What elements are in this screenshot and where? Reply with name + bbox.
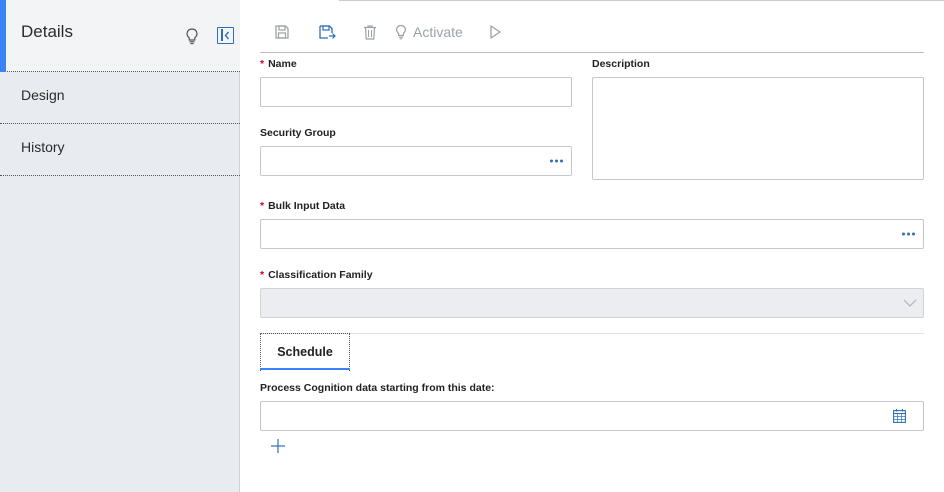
name-field[interactable] [260, 77, 572, 107]
save-button[interactable] [274, 22, 290, 42]
classification-family-select[interactable] [260, 288, 924, 318]
required-marker: * [260, 200, 265, 212]
main-panel: Activate * Name Description Security Grou… [240, 0, 944, 492]
required-marker: * [260, 269, 265, 281]
sidebar-item-label: Design [21, 87, 65, 103]
sidebar-item-label: History [21, 139, 65, 155]
tab-schedule[interactable]: Schedule [260, 333, 350, 371]
plus-icon [271, 439, 285, 453]
required-marker: * [260, 58, 265, 70]
active-tab-indicator [260, 368, 350, 370]
run-button[interactable] [488, 22, 502, 42]
save-as-icon [319, 25, 336, 39]
description-field[interactable] [592, 77, 924, 180]
start-date-field[interactable] [260, 401, 924, 431]
top-border [339, 0, 944, 1]
security-group-label: Security Group [260, 127, 336, 139]
chevron-down-icon [903, 299, 917, 307]
description-label: Description [592, 58, 650, 70]
bulk-input-data-field[interactable] [260, 219, 924, 249]
toolbar-divider [260, 52, 924, 53]
security-group-field[interactable] [260, 146, 572, 176]
calendar-icon[interactable] [893, 409, 906, 423]
more-dots-icon[interactable] [550, 159, 563, 163]
activate-bulb-icon [395, 24, 407, 40]
classification-family-label: * Classification Family [260, 269, 373, 281]
collapse-panel-icon[interactable] [217, 27, 234, 44]
delete-button[interactable] [362, 22, 378, 42]
sidebar-title: Details [21, 22, 73, 41]
start-date-label: Process Cognition data starting from thi… [260, 382, 495, 394]
section-divider [260, 333, 924, 334]
sidebar-item-design[interactable]: Design [0, 72, 240, 124]
activate-label: Activate [413, 24, 463, 40]
trash-icon [364, 25, 376, 40]
add-button[interactable] [270, 438, 286, 454]
more-dots-icon[interactable] [902, 232, 915, 236]
sidebar-item-history[interactable]: History [0, 124, 240, 176]
tab-label: Schedule [277, 345, 333, 359]
active-indicator [0, 0, 6, 72]
name-label: * Name [260, 58, 297, 70]
save-icon [275, 25, 289, 39]
save-as-button[interactable] [318, 22, 336, 42]
bulk-input-data-label: * Bulk Input Data [260, 200, 346, 212]
play-icon [490, 25, 501, 39]
sidebar-header: Details [0, 0, 240, 72]
lightbulb-icon[interactable] [184, 27, 200, 45]
sidebar: Details Design History [0, 0, 240, 492]
activate-button[interactable]: Activate [394, 22, 463, 42]
